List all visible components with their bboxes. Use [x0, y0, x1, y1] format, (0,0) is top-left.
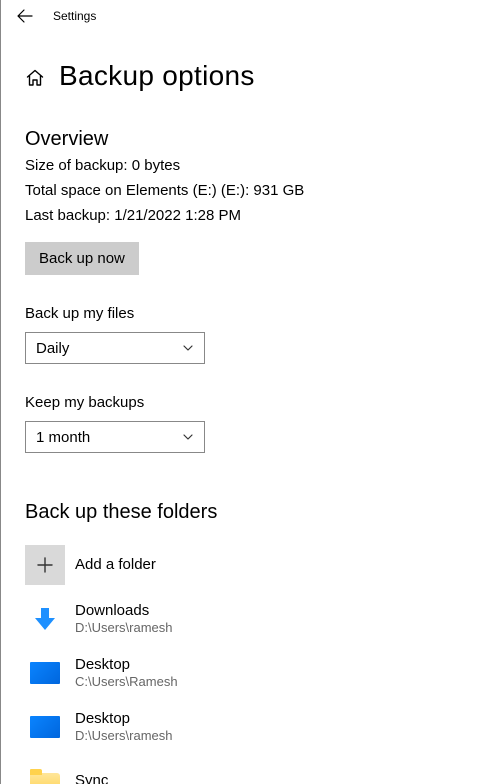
backup-size-line: Size of backup: 0 bytes: [25, 157, 476, 174]
plus-icon: [25, 545, 65, 585]
folder-name: Sync: [75, 772, 108, 784]
folder-item-desktop-c[interactable]: Desktop C:\Users\Ramesh: [25, 646, 476, 700]
add-folder-label: Add a folder: [75, 556, 156, 574]
titlebar: Settings: [1, 0, 500, 32]
overview-heading: Overview: [25, 128, 476, 151]
page-title: Backup options: [59, 60, 255, 92]
folder-item-sync[interactable]: Sync: [25, 754, 476, 784]
home-icon: [25, 68, 45, 88]
folder-name: Downloads: [75, 602, 173, 620]
keep-backups-label: Keep my backups: [25, 394, 476, 411]
folders-heading: Back up these folders: [25, 501, 476, 524]
download-icon: [25, 599, 65, 639]
keep-backups-select[interactable]: 1 month: [25, 421, 205, 453]
backup-files-label: Back up my files: [25, 305, 476, 322]
total-space-line: Total space on Elements (E:) (E:): 931 G…: [25, 182, 476, 199]
folder-item-downloads[interactable]: Downloads D:\Users\ramesh: [25, 592, 476, 646]
back-arrow-icon: [17, 8, 33, 24]
folder-name: Desktop: [75, 710, 173, 728]
folder-item-desktop-d[interactable]: Desktop D:\Users\ramesh: [25, 700, 476, 754]
desktop-icon: [25, 707, 65, 747]
folder-path: D:\Users\ramesh: [75, 728, 173, 745]
overview-info: Size of backup: 0 bytes Total space on E…: [25, 157, 476, 224]
add-folder-button[interactable]: Add a folder: [25, 538, 476, 592]
folder-name: Desktop: [75, 656, 178, 674]
folder-path: C:\Users\Ramesh: [75, 674, 178, 691]
backup-files-select[interactable]: Daily: [25, 332, 205, 364]
keep-backups-value: 1 month: [36, 429, 90, 446]
back-button[interactable]: [9, 0, 41, 32]
chevron-down-icon: [182, 342, 194, 354]
folder-path: D:\Users\ramesh: [75, 620, 173, 637]
desktop-icon: [25, 653, 65, 693]
page-header: Backup options: [25, 60, 476, 92]
last-backup-line: Last backup: 1/21/2022 1:28 PM: [25, 207, 476, 224]
chevron-down-icon: [182, 431, 194, 443]
backup-now-button[interactable]: Back up now: [25, 242, 139, 275]
backup-files-value: Daily: [36, 340, 69, 357]
window-title: Settings: [53, 9, 96, 23]
folder-icon: [25, 761, 65, 784]
